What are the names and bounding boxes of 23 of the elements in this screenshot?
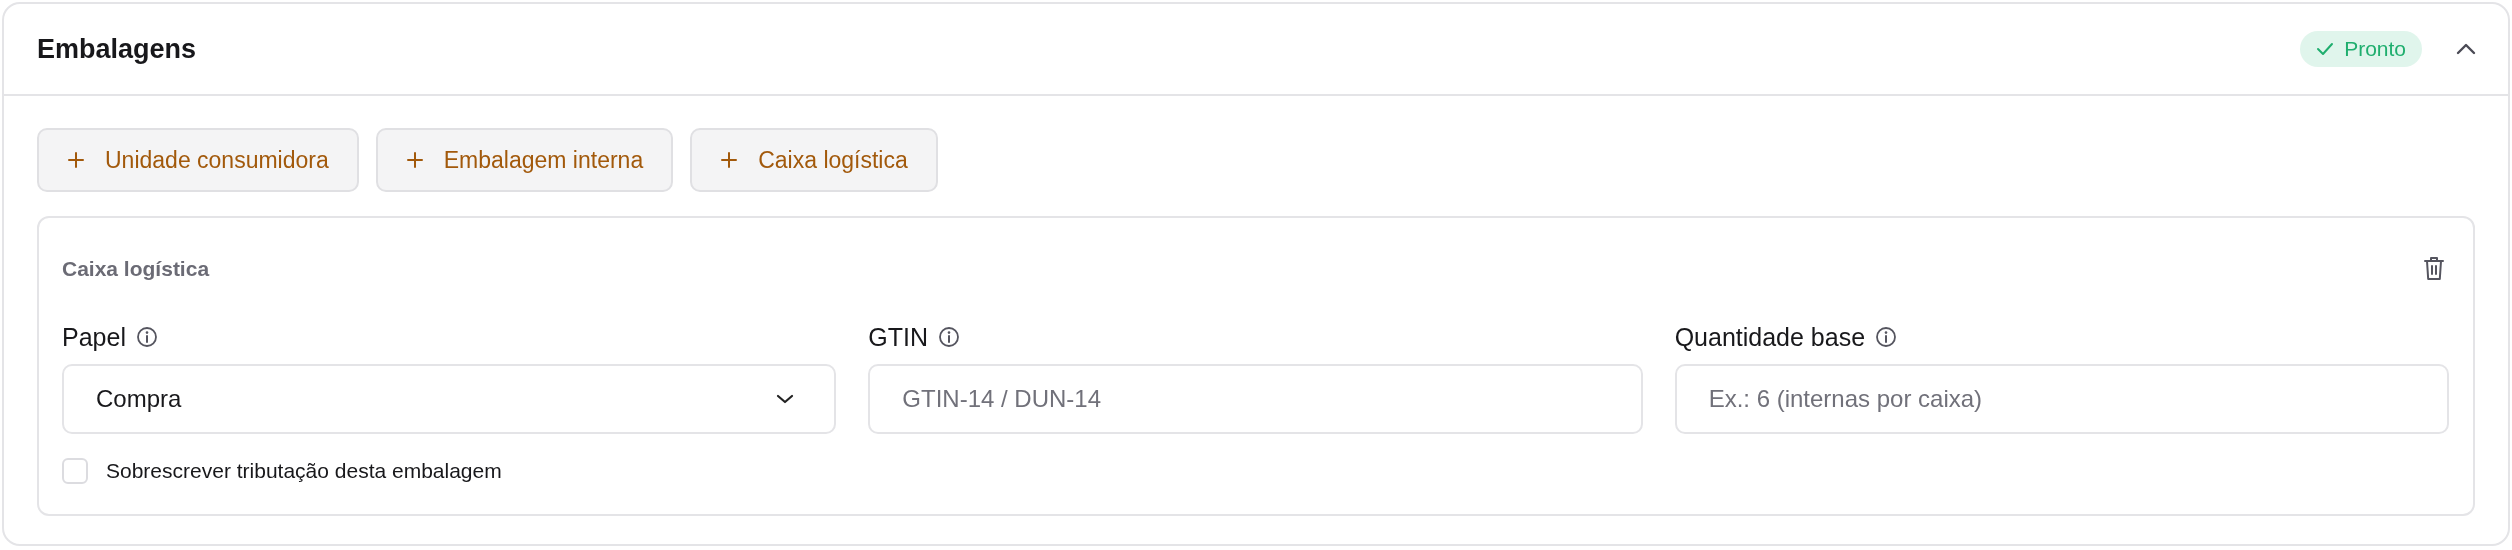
plus-icon: [405, 151, 424, 169]
plus-icon: [67, 151, 85, 169]
checkbox-label: Sobrescrever tributação desta embalagem: [106, 459, 502, 483]
checkbox[interactable]: [62, 458, 88, 484]
info-icon[interactable]: [938, 326, 961, 348]
field-label: Papel: [62, 322, 126, 352]
chevron-down-icon: [776, 394, 795, 404]
input-field[interactable]: Ex.: 6 (internas por caixa): [1674, 364, 2449, 434]
add-button[interactable]: Unidade consumidora: [37, 128, 359, 192]
field-label: Quantidade base: [1674, 322, 1866, 352]
field-label: GTIN: [868, 322, 929, 352]
packaging-title: Caixa logística: [62, 257, 210, 281]
trash-icon[interactable]: [2423, 256, 2445, 282]
add-button[interactable]: Caixa logística: [690, 128, 938, 192]
add-button[interactable]: Embalagem interna: [375, 128, 674, 192]
role-dropdown[interactable]: Compra: [62, 364, 837, 434]
info-icon[interactable]: [135, 326, 158, 348]
check-icon: [2316, 42, 2335, 56]
section-title: Embalagens: [37, 33, 197, 65]
plus-icon: [720, 151, 739, 169]
status-badge: Pronto: [2300, 31, 2422, 67]
input-field[interactable]: GTIN-14 / DUN-14: [868, 364, 1643, 434]
info-icon[interactable]: [1875, 326, 1898, 348]
